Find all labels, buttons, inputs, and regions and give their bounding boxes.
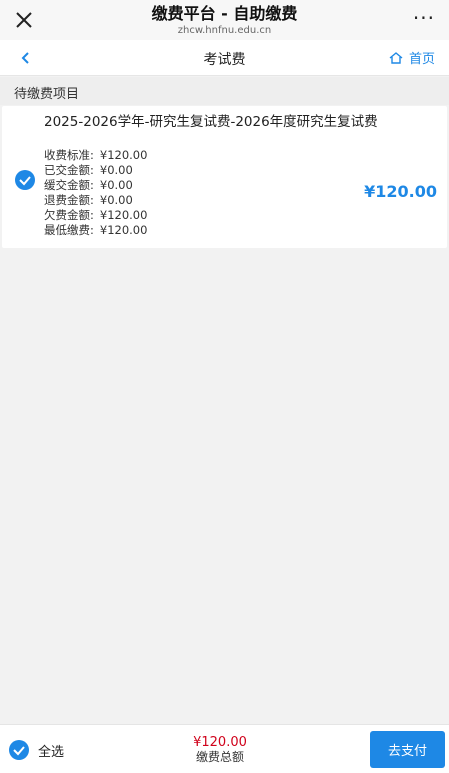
fee-item-details: 收费标准: ¥120.00 已交金额: ¥0.00 缓交金额: ¥0.00 退费… [44, 148, 284, 238]
detail-label: 退费金额: [44, 193, 94, 207]
detail-label: 欠费金额: [44, 208, 94, 222]
checkout-bar: 全选 ¥120.00 缴费总额 去支付 [0, 724, 449, 773]
detail-value: ¥0.00 [99, 178, 133, 192]
select-all-checked-icon[interactable] [8, 739, 30, 761]
detail-row: 缓交金额: ¥0.00 [44, 178, 284, 193]
window-titles: 缴费平台 - 自助缴费 zhcw.hnfnu.edu.cn [60, 4, 389, 37]
detail-label: 缓交金额: [44, 178, 94, 192]
detail-row: 最低缴费: ¥120.00 [44, 223, 284, 238]
detail-row: 欠费金额: ¥120.00 [44, 208, 284, 223]
home-icon [389, 51, 403, 64]
pay-button[interactable]: 去支付 [370, 731, 445, 768]
detail-value: ¥0.00 [99, 163, 133, 177]
detail-label: 已交金额: [44, 163, 94, 177]
section-header: 待缴费项目 [0, 77, 449, 105]
detail-value: ¥0.00 [99, 193, 133, 207]
window-top-bar: 缴费平台 - 自助缴费 zhcw.hnfnu.edu.cn ··· [0, 0, 449, 40]
fee-item-amount: ¥120.00 [364, 182, 437, 201]
home-link[interactable]: 首页 [389, 48, 435, 67]
detail-label: 收费标准: [44, 148, 94, 162]
detail-value: ¥120.00 [99, 208, 148, 222]
more-menu-icon[interactable]: ··· [413, 8, 435, 28]
total-label: 缴费总额 [195, 750, 244, 764]
window-title: 缴费平台 - 自助缴费 [151, 4, 298, 23]
home-label: 首页 [408, 52, 435, 67]
app: 缴费平台 - 自助缴费 zhcw.hnfnu.edu.cn ··· 考试费 首页… [0, 0, 449, 773]
total-amount: ¥120.00 [193, 735, 247, 750]
select-all-toggle[interactable]: 全选 [8, 739, 64, 761]
detail-label: 最低缴费: [44, 223, 94, 237]
select-all-label: 全选 [38, 744, 65, 760]
detail-value: ¥120.00 [99, 223, 148, 237]
fee-item[interactable]: 2025-2026学年-研究生复试费-2026年度研究生复试费 收费标准: ¥1… [2, 106, 447, 248]
fee-item-name: 2025-2026学年-研究生复试费-2026年度研究生复试费 [44, 114, 378, 130]
close-icon[interactable] [12, 8, 36, 32]
item-checkbox-checked-icon[interactable] [14, 169, 36, 191]
navigation-bar: 考试费 首页 [0, 40, 449, 76]
detail-row: 收费标准: ¥120.00 [44, 148, 284, 163]
page-title: 考试费 [203, 52, 246, 68]
detail-row: 退费金额: ¥0.00 [44, 193, 284, 208]
window-domain: zhcw.hnfnu.edu.cn [177, 25, 272, 36]
detail-value: ¥120.00 [99, 148, 148, 162]
total-summary: ¥120.00 缴费总额 [170, 735, 270, 764]
detail-row: 已交金额: ¥0.00 [44, 163, 284, 178]
